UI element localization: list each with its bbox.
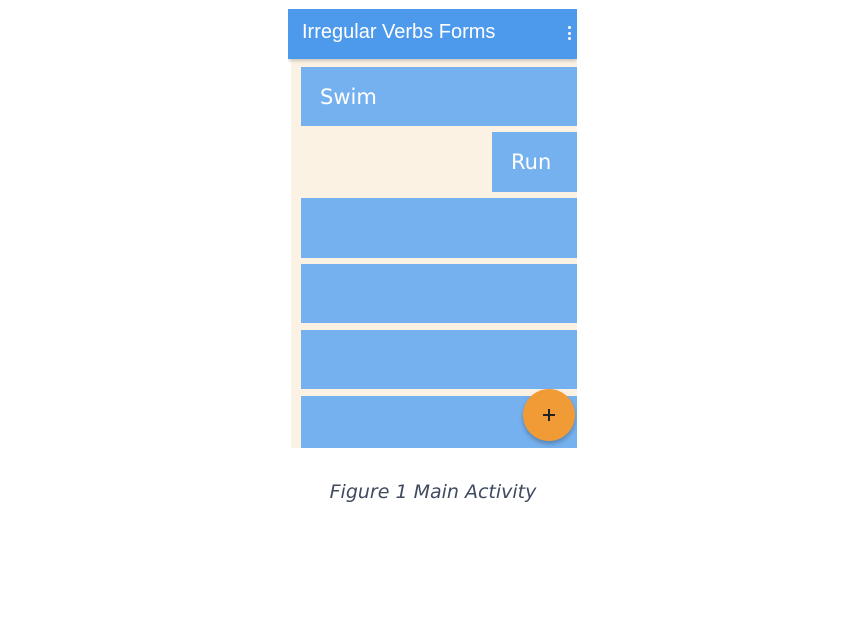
menu-dot (567, 26, 571, 29)
left-edge (288, 59, 291, 448)
verb-card-label: Swim (320, 84, 377, 109)
verb-card[interactable] (301, 264, 577, 323)
verb-card[interactable] (301, 198, 577, 258)
figure-caption: Figure 1 Main Activity (329, 481, 537, 503)
verb-card-label: Run (511, 150, 552, 174)
app-bar: Irregular Verbs Forms (288, 9, 577, 59)
phone-screen: Irregular Verbs Forms Swim Run (288, 9, 577, 448)
menu-dot (567, 31, 571, 35)
add-verb-button[interactable] (523, 389, 575, 441)
verb-card[interactable] (301, 330, 577, 389)
overflow-menu-icon[interactable] (563, 23, 575, 43)
verb-card-swim[interactable]: Swim (301, 67, 577, 126)
plus-icon (548, 409, 550, 421)
verb-card-run[interactable]: Run (492, 132, 577, 192)
menu-dot (567, 37, 571, 40)
app-title: Irregular Verbs Forms (302, 21, 496, 43)
